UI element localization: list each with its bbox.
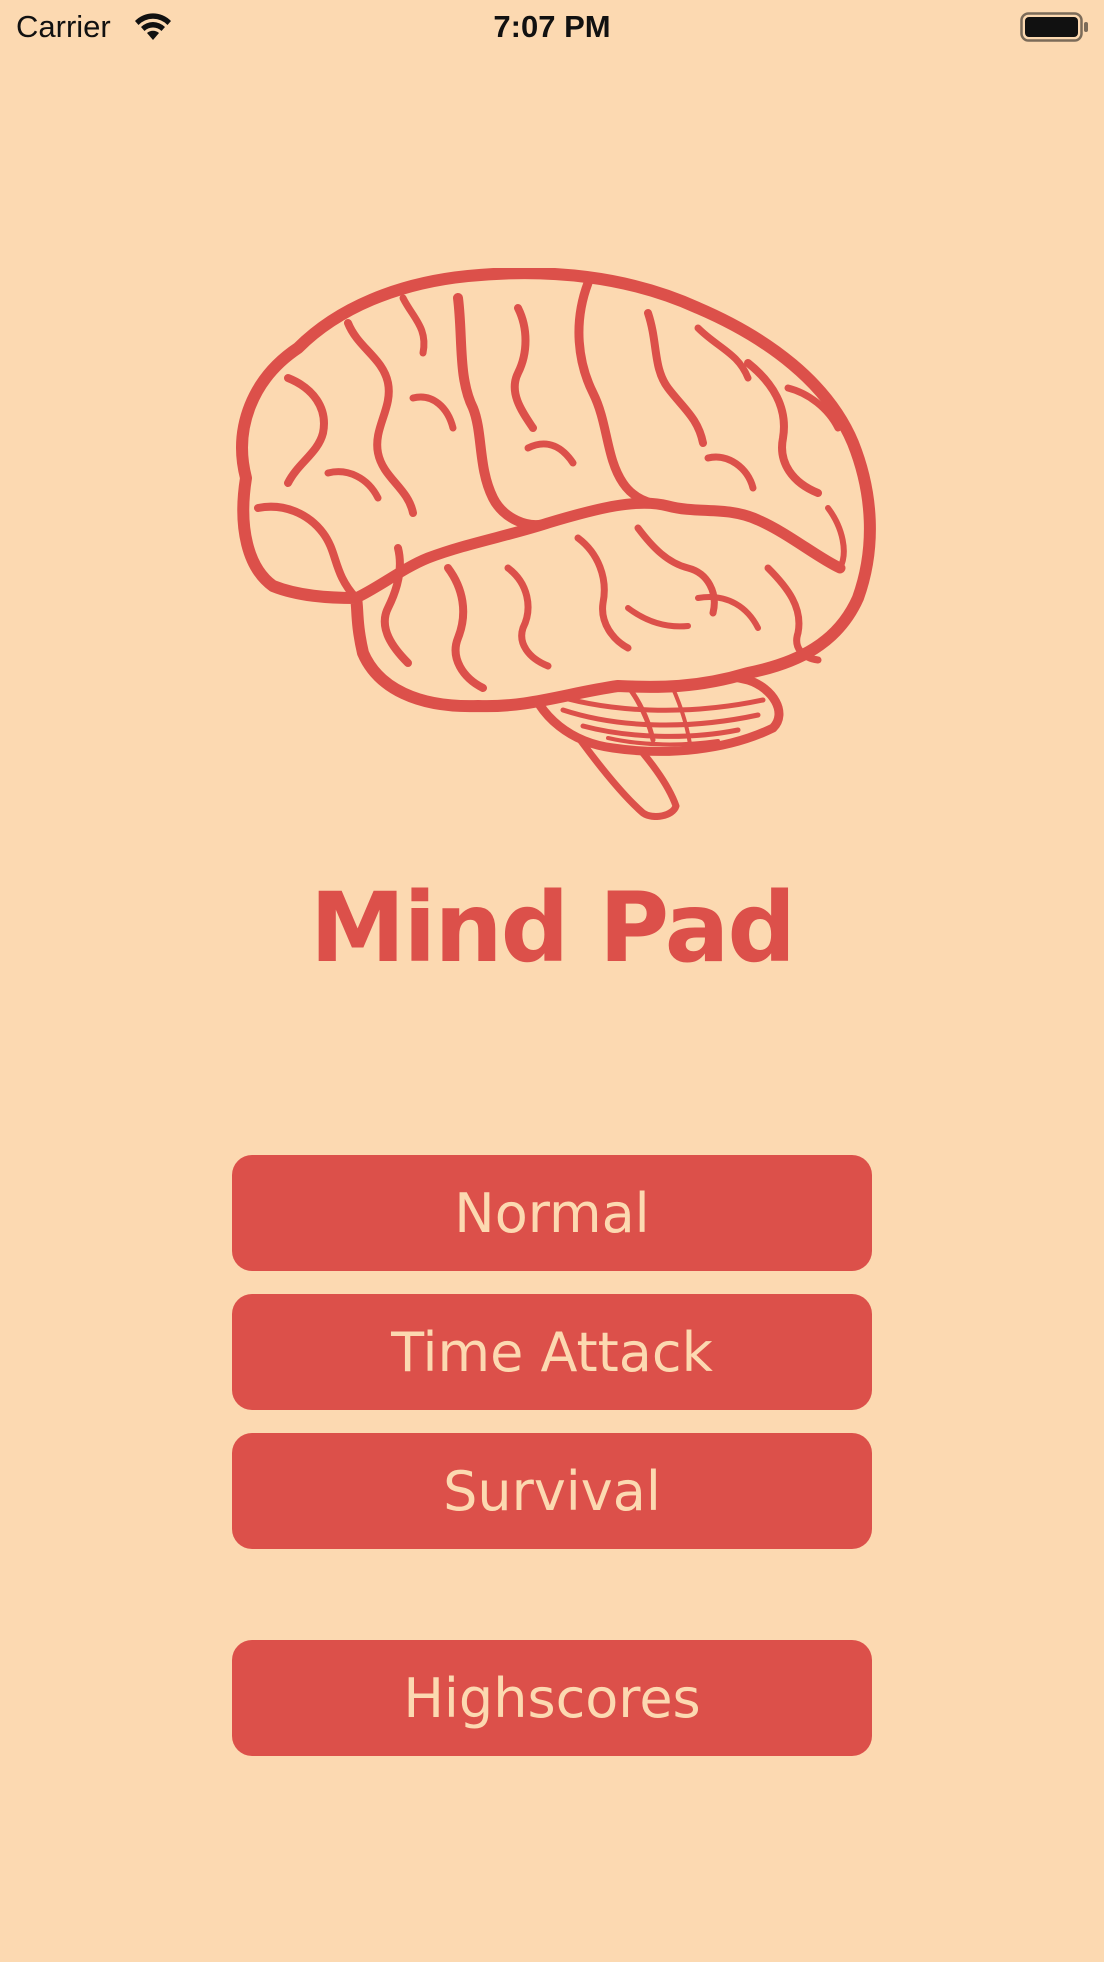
survival-mode-label: Survival bbox=[443, 1459, 661, 1523]
status-bar: Carrier 7:07 PM bbox=[0, 0, 1104, 56]
normal-mode-label: Normal bbox=[454, 1181, 650, 1245]
brain-icon bbox=[236, 268, 876, 820]
highscores-label: Highscores bbox=[403, 1666, 701, 1730]
highscores-button[interactable]: Highscores bbox=[232, 1640, 872, 1756]
time-attack-label: Time Attack bbox=[391, 1320, 713, 1384]
survival-mode-button[interactable]: Survival bbox=[232, 1433, 872, 1549]
app-title: Mind Pad bbox=[309, 872, 796, 984]
clock: 7:07 PM bbox=[493, 9, 611, 44]
battery-icon bbox=[1020, 12, 1088, 42]
time-attack-button[interactable]: Time Attack bbox=[232, 1294, 872, 1410]
normal-mode-button[interactable]: Normal bbox=[232, 1155, 872, 1271]
